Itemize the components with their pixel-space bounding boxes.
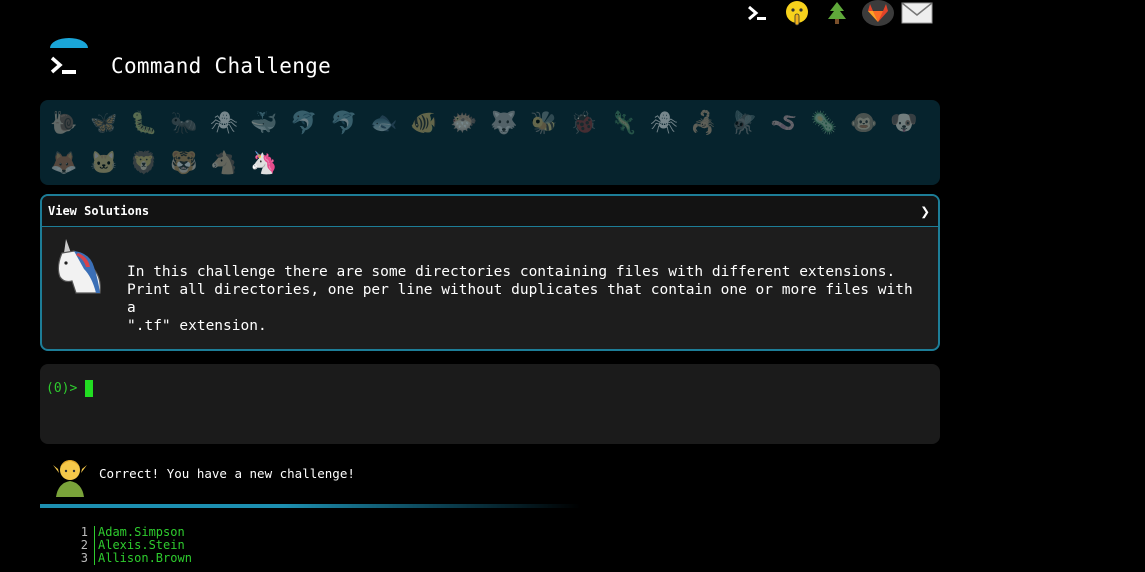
terminal-prompt: (0)> bbox=[46, 381, 78, 396]
feedback-message: Correct! You have a new challenge! bbox=[99, 466, 355, 481]
feedback-divider bbox=[40, 504, 580, 508]
completed-challenge-animal-icon[interactable]: 🪱 bbox=[764, 104, 804, 144]
completed-challenge-animal-icon[interactable]: 🐬 bbox=[284, 104, 324, 144]
completed-challenge-animal-icon[interactable]: 🐜 bbox=[164, 104, 204, 144]
completed-challenge-animal-icon[interactable]: 🦁 bbox=[124, 144, 164, 184]
completed-challenge-animal-icon[interactable]: 🐶 bbox=[884, 104, 924, 144]
completed-challenge-animal-icon[interactable]: 🐞 bbox=[564, 104, 604, 144]
completed-challenge-animal-icon[interactable]: 🐵 bbox=[844, 104, 884, 144]
completed-challenge-animal-icon[interactable]: 🦠 bbox=[804, 104, 844, 144]
terminal-input-area[interactable]: (0)> bbox=[40, 364, 940, 444]
completed-challenge-animal-icon[interactable]: 🐠 bbox=[404, 104, 444, 144]
output-line: 3 Allison.Brown bbox=[62, 552, 192, 565]
challenge-panel: View Solutions ❯ In this challenge there… bbox=[40, 194, 940, 351]
chevron-right-icon[interactable]: ❯ bbox=[920, 202, 930, 221]
completed-challenge-animal-icon[interactable]: 🕷 bbox=[644, 104, 684, 144]
completed-challenge-animal-icon[interactable]: 🪰 bbox=[724, 104, 764, 144]
completed-challenge-animal-icon[interactable]: 🐛 bbox=[124, 104, 164, 144]
progress-row-2: 🦊 🐱 🦁 🐯 🐴 🦄 bbox=[44, 144, 936, 184]
output-line-number: 1 bbox=[80, 525, 88, 539]
completed-challenge-animal-icon[interactable]: 🐯 bbox=[164, 144, 204, 184]
completed-challenge-animal-icon[interactable]: 🐺 bbox=[484, 104, 524, 144]
challenge-progress-strip: 🐌 🦋 🐛 🐜 🕷 🐳 🐬 🐬 🐟 🐠 🐡 🐺 🐝 🐞 🦎 🕷 🦂 🪰 🪱 🦠 🐵 🐶 🦊 🐱 🦁 🐯 🐴 🦄 bbox=[40, 100, 940, 185]
completed-challenge-animal-icon[interactable]: 🐡 bbox=[444, 104, 484, 144]
top-icon-bar bbox=[744, 0, 934, 26]
current-challenge-animal-icon[interactable]: 🦄 bbox=[244, 144, 284, 184]
progress-row-1: 🐌 🦋 🐛 🐜 🕷 🐳 🐬 🐬 🐟 🐠 🐡 🐺 🐝 🐞 🦎 🕷 🦂 🪰 🪱 🦠 🐵 🐶 bbox=[44, 104, 936, 144]
unicorn-icon bbox=[52, 237, 110, 297]
command-output: 1 Adam.Simpson 2 Alexis.Stein 3 Allison.Brown bbox=[62, 526, 192, 565]
challenge-body: In this challenge there are some directo… bbox=[42, 227, 938, 349]
completed-challenge-animal-icon[interactable]: 🐟 bbox=[364, 104, 404, 144]
page-title: Command Challenge bbox=[111, 54, 332, 78]
site-logo[interactable] bbox=[46, 38, 92, 84]
output-line-number: 2 bbox=[80, 538, 88, 552]
completed-challenge-animal-icon[interactable]: 🕷 bbox=[204, 104, 244, 144]
mail-icon[interactable] bbox=[900, 0, 934, 26]
completed-challenge-animal-icon[interactable]: 🐳 bbox=[244, 104, 284, 144]
completed-challenge-animal-icon[interactable]: 🦂 bbox=[684, 104, 724, 144]
view-solutions-label: View Solutions bbox=[48, 204, 150, 218]
completed-challenge-animal-icon[interactable]: 🐴 bbox=[204, 144, 244, 184]
completed-challenge-animal-icon[interactable]: 🐬 bbox=[324, 104, 364, 144]
completed-challenge-animal-icon[interactable]: 🐌 bbox=[44, 104, 84, 144]
completed-challenge-animal-icon[interactable]: 🐱 bbox=[84, 144, 124, 184]
gitlab-icon[interactable] bbox=[862, 0, 894, 26]
terminal-cursor bbox=[85, 380, 93, 397]
completed-challenge-animal-icon[interactable]: 🐝 bbox=[524, 104, 564, 144]
output-line-number: 3 bbox=[80, 551, 88, 565]
tree-icon[interactable] bbox=[824, 0, 850, 26]
elf-icon bbox=[52, 453, 88, 497]
terminal-icon[interactable] bbox=[744, 0, 770, 26]
completed-challenge-animal-icon[interactable]: 🦊 bbox=[44, 144, 84, 184]
completed-challenge-animal-icon[interactable]: 🦋 bbox=[84, 104, 124, 144]
shushing-face-icon[interactable] bbox=[784, 0, 810, 26]
output-line-text: Allison.Brown bbox=[94, 552, 192, 565]
completed-challenge-animal-icon[interactable]: 🦎 bbox=[604, 104, 644, 144]
view-solutions-toggle[interactable]: View Solutions ❯ bbox=[42, 196, 938, 227]
challenge-description: In this challenge there are some directo… bbox=[127, 264, 913, 334]
